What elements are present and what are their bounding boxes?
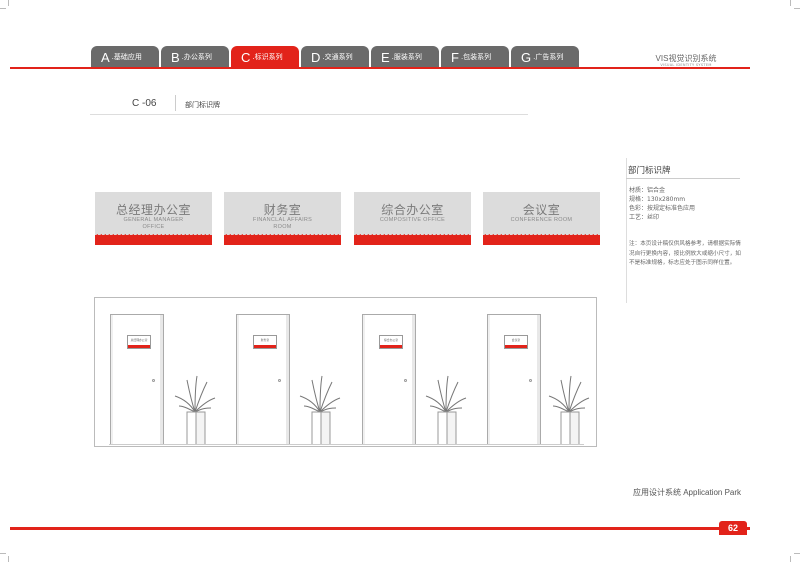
tab-label: .基础应用 xyxy=(111,53,142,61)
section-divider xyxy=(175,95,176,111)
door-plate: 综合办公室 xyxy=(379,335,403,349)
floor-line xyxy=(109,444,584,445)
header-rule xyxy=(10,67,750,69)
plant-icon xyxy=(548,375,590,445)
tab-e[interactable]: E .服装系列 xyxy=(371,46,439,68)
spec-note: 注：本页设计稿仅供风格参考，请根据实际情况自行更换内容，按比例放大或缩小尺寸，如… xyxy=(629,241,741,266)
tab-letter: A xyxy=(101,49,110,65)
section-code: C -06 xyxy=(132,98,157,109)
sign-en-label: COMPOSITIVE OFFICE xyxy=(379,217,446,223)
door-plate-text: 会议室 xyxy=(511,338,521,342)
tab-letter: B xyxy=(171,49,180,65)
tab-letter: E xyxy=(381,49,390,65)
sign-conference: 会议室 CONFERENCE ROOM xyxy=(483,192,600,245)
door-knob xyxy=(278,379,281,382)
tab-letter: F xyxy=(451,49,459,65)
sign-red-bar xyxy=(95,235,212,245)
door-plate-bar xyxy=(380,345,402,348)
door-plate-bar xyxy=(505,345,527,348)
door-plate-bar xyxy=(128,345,150,348)
sign-en-label: ROOM xyxy=(273,224,292,230)
tab-g[interactable]: G .广告系列 xyxy=(511,46,579,68)
door: 会议室 xyxy=(487,314,541,445)
section-rule xyxy=(90,114,528,115)
spec-color: 色彩：按规定标准色应用 xyxy=(629,205,696,212)
spec-size: 规格：130x280mm xyxy=(629,196,686,203)
sign-cn-label: 会议室 xyxy=(522,203,561,217)
tab-label: .交通系列 xyxy=(322,53,353,61)
crop-mark xyxy=(0,553,6,554)
tab-d[interactable]: D .交通系列 xyxy=(301,46,369,68)
door-plate: 总经理办公室 xyxy=(127,335,151,349)
wall-mockup: 总经理办公室 财务室 综合办公室 会议室 xyxy=(94,297,597,447)
section-name: 部门标识牌 xyxy=(185,101,220,109)
tab-b[interactable]: B .办公系列 xyxy=(161,46,229,68)
door-plate-text: 总经理办公室 xyxy=(130,338,148,342)
tab-f[interactable]: F .包装系列 xyxy=(441,46,509,68)
door: 总经理办公室 xyxy=(110,314,164,445)
door: 综合办公室 xyxy=(362,314,416,445)
tab-label: .服装系列 xyxy=(391,53,422,61)
vis-subtitle: VISUAL IDENTITY SYSTEM xyxy=(660,63,712,67)
spec-title: 部门标识牌 xyxy=(628,166,671,176)
tab-letter: C xyxy=(241,49,251,65)
sign-red-bar xyxy=(224,235,341,245)
sign-red-bar xyxy=(483,235,600,245)
page-number: 62 xyxy=(719,521,747,535)
spec-process: 工艺：丝印 xyxy=(629,214,660,221)
sign-red-bar xyxy=(354,235,471,245)
crop-mark xyxy=(0,8,6,9)
door-knob xyxy=(404,379,407,382)
door-plate-bar xyxy=(254,345,276,348)
spec-rule xyxy=(626,178,740,179)
door-knob xyxy=(152,379,155,382)
tab-label: .标识系列 xyxy=(252,53,283,61)
crop-mark xyxy=(794,8,800,9)
sign-general-office: 综合办公室 COMPOSITIVE OFFICE xyxy=(354,192,471,245)
tab-a[interactable]: A .基础应用 xyxy=(91,46,159,68)
sign-cn-label: 综合办公室 xyxy=(381,203,444,217)
sign-en-label: OFFICE xyxy=(142,224,165,230)
tab-label: .包装系列 xyxy=(460,53,492,61)
footer-category: 应用设计系统 Application Park xyxy=(633,488,742,497)
crop-mark xyxy=(8,556,9,562)
tab-label: .办公系列 xyxy=(181,53,212,61)
spec-divider xyxy=(626,158,627,303)
sign-en-label: CONFERENCE ROOM xyxy=(510,217,573,223)
crop-mark xyxy=(8,0,9,6)
tab-c[interactable]: C .标识系列 xyxy=(231,46,299,68)
plant-icon xyxy=(299,375,341,445)
door: 财务室 xyxy=(236,314,290,445)
crop-mark xyxy=(790,0,791,6)
sign-general-manager: 总经理办公室 GENERAL MANAGER OFFICE xyxy=(95,192,212,245)
crop-mark xyxy=(790,556,791,562)
plant-icon xyxy=(425,375,467,445)
sign-finance: 财务室 FINANCLAL AFFAIRS ROOM xyxy=(224,192,341,245)
crop-mark xyxy=(794,553,800,554)
sign-en-label: FINANCLAL AFFAIRS xyxy=(252,217,313,223)
footer-rule xyxy=(10,527,750,530)
sign-en-label: GENERAL MANAGER xyxy=(123,217,184,223)
category-tabs: A .基础应用 B .办公系列 C .标识系列 D .交通系列 E .服装系列 F .包装系… xyxy=(91,46,579,68)
spec-material: 材质：铝合金 xyxy=(629,187,666,194)
door-plate: 财务室 xyxy=(253,335,277,349)
sign-cn-label: 总经理办公室 xyxy=(115,203,191,217)
sign-cn-label: 财务室 xyxy=(263,203,302,217)
door-knob xyxy=(529,379,532,382)
door-plate-text: 财务室 xyxy=(260,338,270,342)
plant-icon xyxy=(174,375,216,445)
tab-label: .广告系列 xyxy=(533,53,564,61)
door-plate-text: 综合办公室 xyxy=(384,338,398,342)
tab-letter: G xyxy=(521,49,532,65)
tab-letter: D xyxy=(311,49,321,65)
door-plate: 会议室 xyxy=(504,335,528,349)
